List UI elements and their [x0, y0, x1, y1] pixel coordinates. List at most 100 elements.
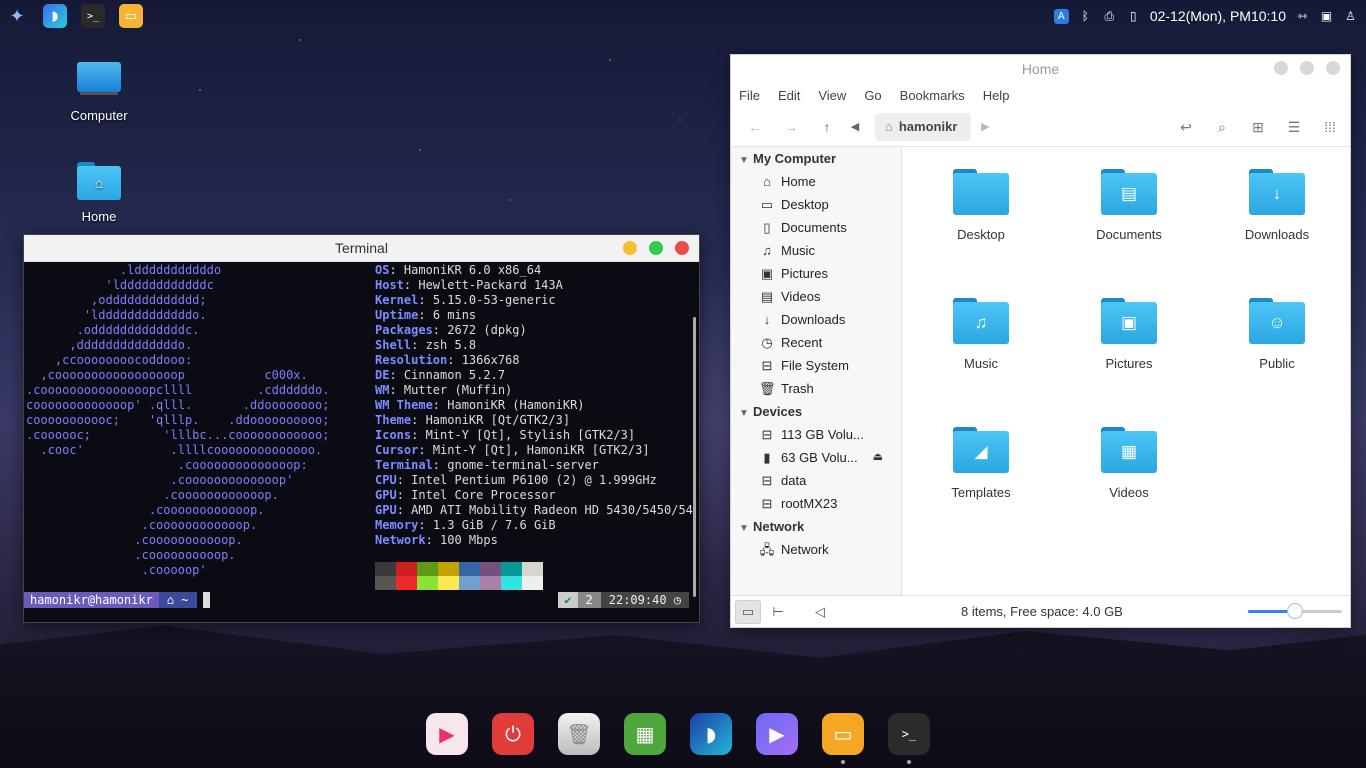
ascii-line: ,ccoooooooocoddooo:: [26, 353, 193, 367]
forward-arrow-icon[interactable]: →: [777, 113, 805, 141]
desktop-icon-home[interactable]: ⌂ Home: [54, 162, 144, 224]
minimize-button[interactable]: [623, 241, 637, 255]
chevron-down-icon[interactable]: ▼: [739, 402, 753, 425]
bluetooth-icon[interactable]: ᛒ: [1078, 9, 1093, 24]
sidebar-item[interactable]: ▣ Pictures: [731, 262, 901, 285]
compact-view-icon[interactable]: ⁞⁞⁞: [1316, 113, 1344, 141]
shell-prompt[interactable]: hamonikr@hamonikr ⌂ ~ ✔ 2 22:09:40 ◷: [24, 592, 699, 608]
clock[interactable]: 02-12(Mon), PM10:10: [1150, 8, 1286, 24]
sidebar-item[interactable]: ⊟ File System: [731, 354, 901, 377]
sidebar-item[interactable]: ▤ Videos: [731, 285, 901, 308]
file-item[interactable]: ◢ Templates: [926, 427, 1036, 500]
printer-icon[interactable]: ⎙: [1102, 9, 1117, 24]
sidebar-item[interactable]: ⊟ data: [731, 469, 901, 492]
close-button[interactable]: [1326, 61, 1340, 75]
sidebar-item[interactable]: ⊟ rootMX23: [731, 492, 901, 515]
ascii-logo: .ldddddddddddo 'lddddddddddddc ,oddddddd…: [26, 263, 329, 578]
network-icon[interactable]: ⇿: [1295, 9, 1310, 24]
ascii-line: 'ldddddddddddddo.: [26, 308, 207, 322]
sidebar-item[interactable]: ▭ Desktop: [731, 193, 901, 216]
sidebar-item[interactable]: ◷ Recent: [731, 331, 901, 354]
terminal-output[interactable]: .ldddddddddddo 'lddddddddddddc ,oddddddd…: [24, 262, 699, 608]
places-sidebar: ▼ My Computer ⌂ Home ▭ Desktop ▯ Documents ♫ Musi…: [731, 147, 902, 596]
chevron-down-icon[interactable]: ▼: [739, 517, 753, 540]
video-player-icon[interactable]: ▶: [756, 713, 798, 755]
file-item[interactable]: ☺ Public: [1222, 298, 1332, 371]
sidebar-item-icon: ▭: [760, 197, 774, 212]
zoom-slider-handle[interactable]: [1287, 603, 1303, 619]
sidebar-item[interactable]: 🖧 Network: [731, 538, 901, 561]
media-player-icon[interactable]: ▶: [426, 713, 468, 755]
browser-icon[interactable]: ◗: [690, 713, 732, 755]
zoom-slider[interactable]: [1248, 603, 1342, 619]
palette-swatch: [480, 562, 501, 576]
terminal-scrollbar[interactable]: [693, 317, 696, 597]
sidebar-item[interactable]: ⌂ Home: [731, 170, 901, 193]
menu-help[interactable]: Help: [983, 88, 1010, 103]
sidebar-item[interactable]: 🗑 Trash: [731, 377, 901, 400]
app-menu-icon[interactable]: ✦: [5, 4, 29, 28]
minimize-button[interactable]: [1274, 61, 1288, 75]
power-icon[interactable]: ⏻: [492, 713, 534, 755]
hide-sidebar-icon[interactable]: ◁: [807, 600, 833, 624]
file-manager-window[interactable]: Home File Edit View Go Bookmarks Help ← → ↑ ◀…: [730, 54, 1351, 628]
menu-edit[interactable]: Edit: [778, 88, 800, 103]
file-item[interactable]: ↓ Downloads: [1222, 169, 1332, 242]
back-arrow-icon[interactable]: ←: [741, 113, 769, 141]
device-icon[interactable]: ▯: [1126, 9, 1141, 24]
trash-icon[interactable]: 🗑: [558, 713, 600, 755]
sidebar-item[interactable]: ↓ Downloads: [731, 308, 901, 331]
eject-icon[interactable]: ⏏: [873, 446, 883, 469]
file-view[interactable]: Desktop ▤ Documents ↓ Downloads ♫ Music ▣ Pictur…: [903, 147, 1351, 596]
sidebar-item[interactable]: ⊟ 113 GB Volu...: [731, 423, 901, 446]
input-method-icon[interactable]: A: [1053, 8, 1069, 24]
menu-bookmarks[interactable]: Bookmarks: [900, 88, 965, 103]
sidebar-section-network[interactable]: ▼ Network: [731, 515, 901, 538]
sidebar-section-my-computer[interactable]: ▼ My Computer: [731, 147, 901, 170]
file-item[interactable]: Desktop: [926, 169, 1036, 242]
browser-launcher-icon[interactable]: ◗: [43, 4, 67, 28]
sidebar-section-devices[interactable]: ▼ Devices: [731, 400, 901, 423]
sidebar-item[interactable]: ▮ 63 GB Volu... ⏏: [731, 446, 901, 469]
file-item[interactable]: ♫ Music: [926, 298, 1036, 371]
search-icon[interactable]: ⌕: [1208, 113, 1236, 141]
desktop-icon-computer[interactable]: Computer: [54, 62, 144, 123]
files-icon[interactable]: ▭: [822, 713, 864, 764]
file-item[interactable]: ▣ Pictures: [1074, 298, 1184, 371]
palette-swatch: [396, 562, 417, 576]
file-label: Videos: [1109, 485, 1149, 500]
breadcrumb-left-icon[interactable]: ◀: [841, 113, 869, 141]
menu-go[interactable]: Go: [864, 88, 881, 103]
maximize-button[interactable]: [649, 241, 663, 255]
sidebar-item[interactable]: ▯ Documents: [731, 216, 901, 239]
terminal-icon[interactable]: >_: [888, 713, 930, 764]
window-controls: [1274, 61, 1340, 75]
terminal-window[interactable]: Terminal .ldddddddddddo 'lddddddddddddc …: [23, 234, 700, 623]
close-button[interactable]: [675, 241, 689, 255]
tree-toggle-icon[interactable]: ⊢: [765, 600, 791, 624]
sidebar-item-icon: ⊟: [761, 473, 773, 488]
location-toggle-icon[interactable]: ↩: [1172, 113, 1200, 141]
info-line: WM: Mutter (Muffin): [375, 383, 513, 397]
up-arrow-icon[interactable]: ↑: [813, 113, 841, 141]
terminal-titlebar[interactable]: Terminal: [24, 235, 699, 262]
sidebar-item-icon: ⊟: [761, 358, 773, 373]
menu-file[interactable]: File: [739, 88, 760, 103]
file-manager-titlebar[interactable]: Home: [731, 55, 1350, 83]
places-toggle-icon[interactable]: ▭: [735, 599, 761, 624]
chevron-down-icon[interactable]: ▼: [739, 149, 753, 172]
menu-view[interactable]: View: [818, 88, 846, 103]
battery-icon[interactable]: ▣: [1319, 9, 1334, 24]
software-store-icon[interactable]: ▦: [624, 713, 666, 755]
files-launcher-icon[interactable]: ▭: [119, 4, 143, 28]
file-item[interactable]: ▦ Videos: [1074, 427, 1184, 500]
icon-view-icon[interactable]: ⊞: [1244, 113, 1272, 141]
list-view-icon[interactable]: ☰: [1280, 113, 1308, 141]
terminal-launcher-icon[interactable]: >_: [81, 4, 105, 28]
file-item[interactable]: ▤ Documents: [1074, 169, 1184, 242]
breadcrumb-right-icon[interactable]: ▶: [971, 113, 999, 141]
maximize-button[interactable]: [1300, 61, 1314, 75]
breadcrumb[interactable]: ⌂ hamonikr: [875, 112, 972, 141]
user-icon[interactable]: ♙: [1343, 9, 1358, 24]
sidebar-item[interactable]: ♫ Music: [731, 239, 901, 262]
